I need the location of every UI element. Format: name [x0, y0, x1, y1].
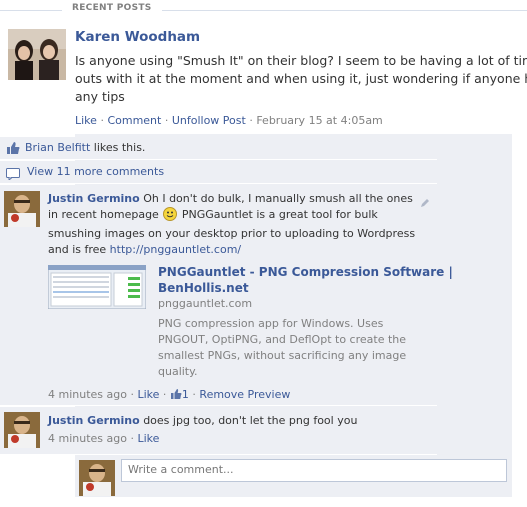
commenter-avatar[interactable] [4, 191, 40, 227]
comment-body: Justin Germino does jpg too, don't let t… [48, 413, 357, 429]
post-line: Is anyone using "Smush It" on their blog… [75, 53, 527, 68]
comment-author-link[interactable]: Justin Germino [48, 414, 140, 427]
comment-like-count[interactable]: 1 [182, 388, 189, 401]
thumbs-up-icon [6, 140, 20, 159]
avatar[interactable] [8, 29, 66, 80]
current-user-avatar [79, 460, 115, 496]
comment-text: in recent homepage [48, 208, 159, 221]
profile-photo [79, 460, 115, 496]
preview-desc-line: smallest PNGs, without sacrificing any i… [158, 349, 407, 362]
preview-desc-line: PNGOUT, OptiPNG, and DeflOpt to create t… [158, 333, 407, 346]
separator: · [192, 388, 196, 401]
likes-row: Brian Belfitt likes this. [0, 137, 437, 160]
profile-photo [4, 191, 40, 227]
comments-icon [6, 165, 20, 184]
post-author-link[interactable]: Karen Woodham [75, 29, 200, 45]
profile-photo [8, 29, 66, 80]
unfollow-post-link[interactable]: Unfollow Post [172, 114, 246, 127]
comment-text: PNGGauntlet is a great tool for bulk [181, 208, 378, 221]
separator: · [100, 114, 104, 127]
post-timestamp: February 15 at 4:05am [256, 114, 383, 127]
link-preview-domain: pnggauntlet.com [158, 297, 253, 310]
post-actions: Like · Comment · Unfollow Post · Februar… [75, 114, 383, 127]
commenter-avatar[interactable] [4, 412, 40, 448]
link-preview-description: PNG compression app for Windows. Uses PN… [158, 316, 433, 380]
comment-like-link[interactable]: Like [137, 388, 159, 401]
shared-url-link[interactable]: http://pnggauntlet.com/ [110, 243, 241, 256]
comment-meta: 4 minutes ago · Like · 1 · Remove Previe… [48, 388, 290, 403]
like-link[interactable]: Like [75, 114, 97, 127]
comment-text: does jpg too, don't let the png fool you [143, 414, 358, 427]
liker-link[interactable]: Brian Belfitt [25, 141, 90, 154]
comment-input[interactable]: Write a comment... [121, 459, 507, 482]
view-more-comments-row[interactable]: View 11 more comments [0, 161, 437, 184]
comment-meta: 4 minutes ago · Like [48, 432, 159, 445]
remove-preview-link[interactable]: Remove Preview [199, 388, 290, 401]
preview-desc-line: PNG compression app for Windows. Uses [158, 317, 384, 330]
comment-body: Justin Germino Oh I don't do bulk, I man… [48, 191, 423, 258]
comment-item: Justin Germino Oh I don't do bulk, I man… [0, 185, 453, 406]
comment-text: smushing images on your desktop prior to… [48, 227, 416, 240]
preview-desc-line: quality. [158, 365, 198, 378]
section-title: RECENT POSTS [62, 3, 162, 13]
thumbs-up-icon [170, 388, 182, 403]
comment-text: Oh I don't do bulk, I manually smush all… [143, 192, 413, 205]
profile-photo [4, 412, 40, 448]
app-screenshot-image [48, 265, 146, 309]
smiley-icon [163, 207, 178, 226]
likes-suffix: likes this. [93, 141, 146, 154]
likes-text: Brian Belfitt likes this. [25, 141, 145, 154]
comment-text: and is free [48, 243, 107, 256]
link-preview-thumbnail[interactable] [48, 265, 146, 309]
separator: · [249, 114, 253, 127]
link-preview-title[interactable]: PNGGauntlet - PNG Compression Software |… [158, 264, 453, 296]
link-preview: PNGGauntlet - PNG Compression Software |… [158, 264, 453, 380]
separator: · [130, 388, 134, 401]
comment-item: Justin Germino does jpg too, don't let t… [0, 407, 437, 455]
post-line: any tips [75, 89, 125, 104]
post-line: outs with it at the moment and when usin… [75, 71, 527, 86]
comment-timestamp: 4 minutes ago [48, 432, 127, 445]
separator: · [130, 432, 134, 445]
preview-title-line: BenHollis.net [158, 281, 249, 295]
comment-like-link[interactable]: Like [137, 432, 159, 445]
preview-title-line: PNGGauntlet - PNG Compression Software | [158, 265, 453, 279]
comment-author-link[interactable]: Justin Germino [48, 192, 140, 205]
comment-timestamp: 4 minutes ago [48, 388, 127, 401]
view-more-comments-link[interactable]: View 11 more comments [27, 165, 164, 178]
separator: · [162, 388, 167, 401]
post-body: Is anyone using "Smush It" on their blog… [75, 52, 527, 106]
comment-link[interactable]: Comment [107, 114, 161, 127]
separator: · [164, 114, 169, 127]
